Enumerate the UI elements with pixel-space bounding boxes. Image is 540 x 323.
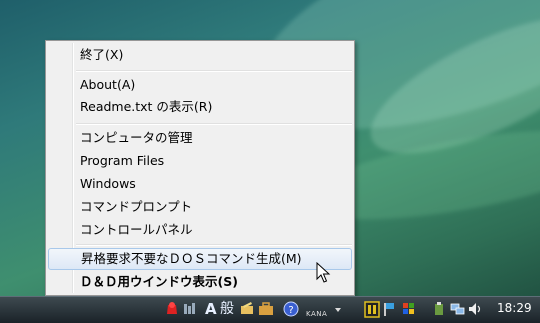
windows-update-icon[interactable] [401,300,417,318]
menu-item-windows[interactable]: Windows [48,173,352,195]
volume-icon[interactable] [468,300,482,318]
help-icon[interactable]: ? [283,300,299,318]
red-app-icon[interactable] [165,300,179,318]
menu-item-about[interactable]: About(A) [48,74,352,96]
menu-separator [76,123,352,125]
network-icon[interactable] [450,300,466,318]
menu-item-program-files[interactable]: Program Files [48,150,352,172]
menu-item-control-panel[interactable]: コントロールパネル [48,219,352,241]
menu-item-command-prompt[interactable]: コマンドプロンプト [48,196,352,218]
flag-icon[interactable] [382,300,396,318]
taskbar: A 般 ? KANA 18:29 [0,296,540,323]
options-dropdown-icon[interactable] [333,300,343,318]
tray-context-menu: 終了(X) About(A) Readme.txt の表示(R) コンピュータの… [45,40,355,296]
mouse-pointer-icon [316,262,331,283]
menu-separator [76,70,352,72]
ime-mode-indicator[interactable]: A [205,300,217,318]
svg-text:?: ? [288,305,293,316]
app-tray-icon[interactable] [364,300,380,318]
safely-remove-hardware-icon[interactable] [432,300,446,318]
pen-tablet-icon[interactable] [239,300,255,318]
ime-kana-label: KANA [306,310,328,318]
menu-item-exit[interactable]: 終了(X) [48,44,352,66]
menu-item-computer-management[interactable]: コンピュータの管理 [48,127,352,149]
menu-separator [76,244,352,246]
menu-item-readme[interactable]: Readme.txt の表示(R) [48,96,352,118]
menu-item-dnd-window[interactable]: Ｄ＆Ｄ用ウインドウ表示(S) [48,271,352,293]
ime-input-mode[interactable]: 般 [220,300,234,318]
bars-icon[interactable] [183,300,197,318]
menu-item-create-dos-command[interactable]: 昇格要求不要なＤＯＳコマンド生成(M) [48,248,352,270]
toolbox-icon[interactable] [258,300,274,318]
taskbar-clock[interactable]: 18:29 [497,301,532,315]
